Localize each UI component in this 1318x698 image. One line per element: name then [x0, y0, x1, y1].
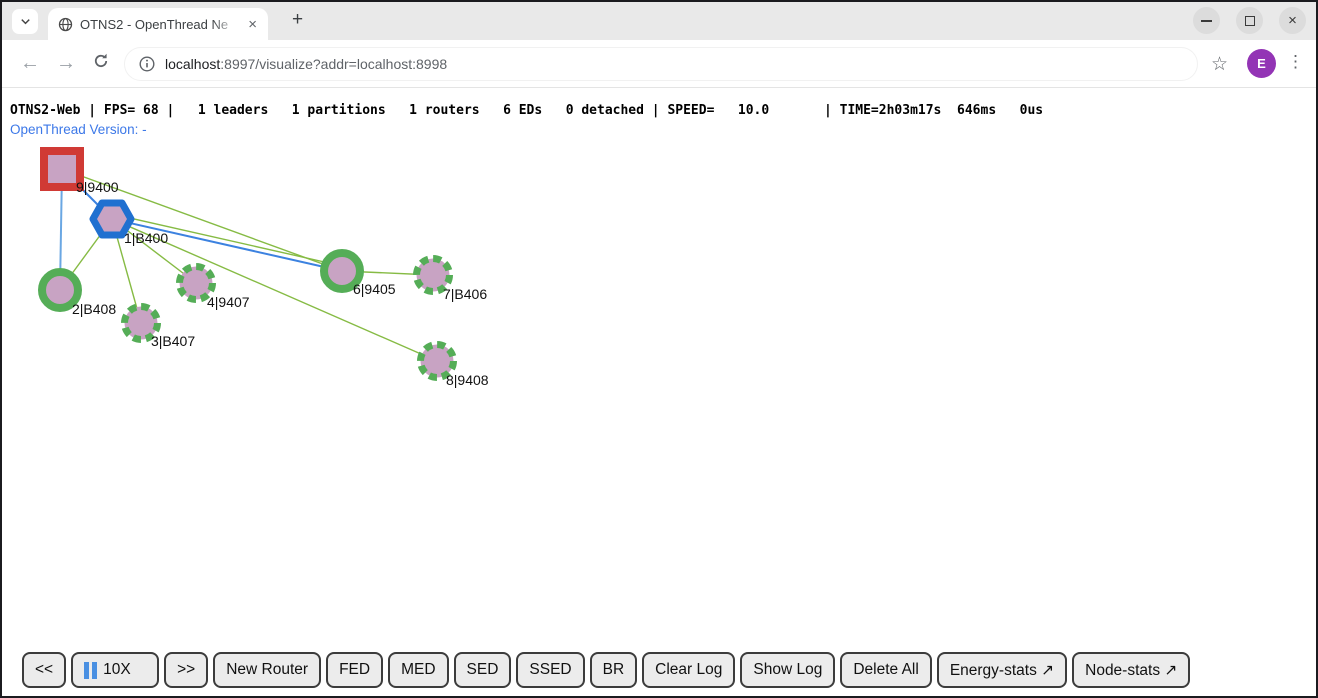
- node-label: 9|9400: [76, 179, 119, 195]
- button-label: FED: [339, 661, 370, 679]
- minimize-button[interactable]: [1193, 7, 1220, 34]
- chevron-down-icon: [19, 15, 32, 28]
- new-ssed-button[interactable]: SSED: [516, 652, 584, 688]
- new-fed-button[interactable]: FED: [326, 652, 383, 688]
- browser-window: OTNS2 - OpenThread Ne × + × ← → localhos…: [0, 0, 1318, 698]
- tab-search-button[interactable]: [12, 9, 38, 34]
- new-sed-button[interactable]: SED: [454, 652, 512, 688]
- node-stats-button[interactable]: Node-stats ↗: [1072, 652, 1190, 688]
- profile-avatar[interactable]: E: [1247, 49, 1276, 78]
- url-path: :8997/visualize?addr=localhost:8998: [220, 56, 447, 72]
- url-host: localhost: [165, 56, 220, 72]
- close-window-button[interactable]: ×: [1279, 7, 1306, 34]
- globe-icon: [58, 17, 73, 32]
- new-br-button[interactable]: BR: [590, 652, 638, 688]
- window-controls: ×: [1193, 7, 1306, 34]
- node-label: 8|9408: [446, 372, 489, 388]
- button-label: SSED: [529, 661, 571, 679]
- new-router-button[interactable]: New Router: [213, 652, 321, 688]
- pause-speed-button[interactable]: 10X: [71, 652, 159, 688]
- button-label: Show Log: [753, 661, 822, 679]
- speed-up-button[interactable]: >>: [164, 652, 208, 688]
- browser-menu-icon[interactable]: ⋮: [1287, 52, 1304, 72]
- reload-icon: [92, 52, 110, 70]
- bookmark-star-icon[interactable]: ☆: [1211, 53, 1228, 76]
- delete-all-button[interactable]: Delete All: [840, 652, 931, 688]
- tab-close-icon[interactable]: ×: [245, 16, 260, 33]
- info-icon[interactable]: [139, 56, 155, 72]
- new-tab-button[interactable]: +: [285, 7, 310, 33]
- button-label: Node-stats ↗: [1085, 661, 1177, 680]
- simulator-action-bar: << 10X >> New Router FED MED SED SSED BR Clear Lo…: [22, 652, 1190, 688]
- button-label: <<: [35, 661, 53, 679]
- pause-icon: [84, 662, 97, 679]
- back-button[interactable]: ←: [20, 52, 40, 74]
- button-label: >>: [177, 661, 195, 679]
- minimize-icon: [1201, 20, 1212, 22]
- button-label: New Router: [226, 661, 308, 679]
- button-label: BR: [603, 661, 625, 679]
- node-label: 7|B406: [443, 286, 487, 302]
- new-med-button[interactable]: MED: [388, 652, 448, 688]
- button-label: SED: [467, 661, 499, 679]
- show-log-button[interactable]: Show Log: [740, 652, 835, 688]
- network-graph: 9|9400 1|B400 2|B408 3|B407 4|9407 6|9405 7|B4…: [2, 88, 1318, 644]
- tab-title: OTNS2 - OpenThread Ne: [80, 17, 238, 32]
- tab-strip: OTNS2 - OpenThread Ne × + ×: [2, 2, 1316, 40]
- button-label: Energy-stats ↗: [950, 661, 1054, 680]
- node-label: 4|9407: [207, 294, 250, 310]
- url-bar[interactable]: localhost:8997/visualize?addr=localhost:…: [124, 47, 1198, 81]
- forward-button[interactable]: →: [56, 52, 76, 74]
- node-label: 1|B400: [124, 230, 168, 246]
- speed-down-button[interactable]: <<: [22, 652, 66, 688]
- maximize-button[interactable]: [1236, 7, 1263, 34]
- button-label: MED: [401, 661, 435, 679]
- node-failed-square[interactable]: [44, 151, 80, 187]
- browser-toolbar: ← → localhost:8997/visualize?addr=localh…: [2, 40, 1316, 88]
- reload-button[interactable]: [92, 52, 110, 75]
- button-label: Clear Log: [655, 661, 722, 679]
- button-label: 10X: [103, 661, 131, 679]
- energy-stats-button[interactable]: Energy-stats ↗: [937, 652, 1067, 688]
- node-label: 2|B408: [72, 301, 116, 317]
- node-label: 3|B407: [151, 333, 195, 349]
- url-text: localhost:8997/visualize?addr=localhost:…: [165, 56, 447, 72]
- clear-log-button[interactable]: Clear Log: [642, 652, 735, 688]
- maximize-icon: [1245, 16, 1255, 26]
- button-label: Delete All: [853, 661, 918, 679]
- node-label: 6|9405: [353, 281, 396, 297]
- tab-otns2[interactable]: OTNS2 - OpenThread Ne ×: [48, 8, 268, 40]
